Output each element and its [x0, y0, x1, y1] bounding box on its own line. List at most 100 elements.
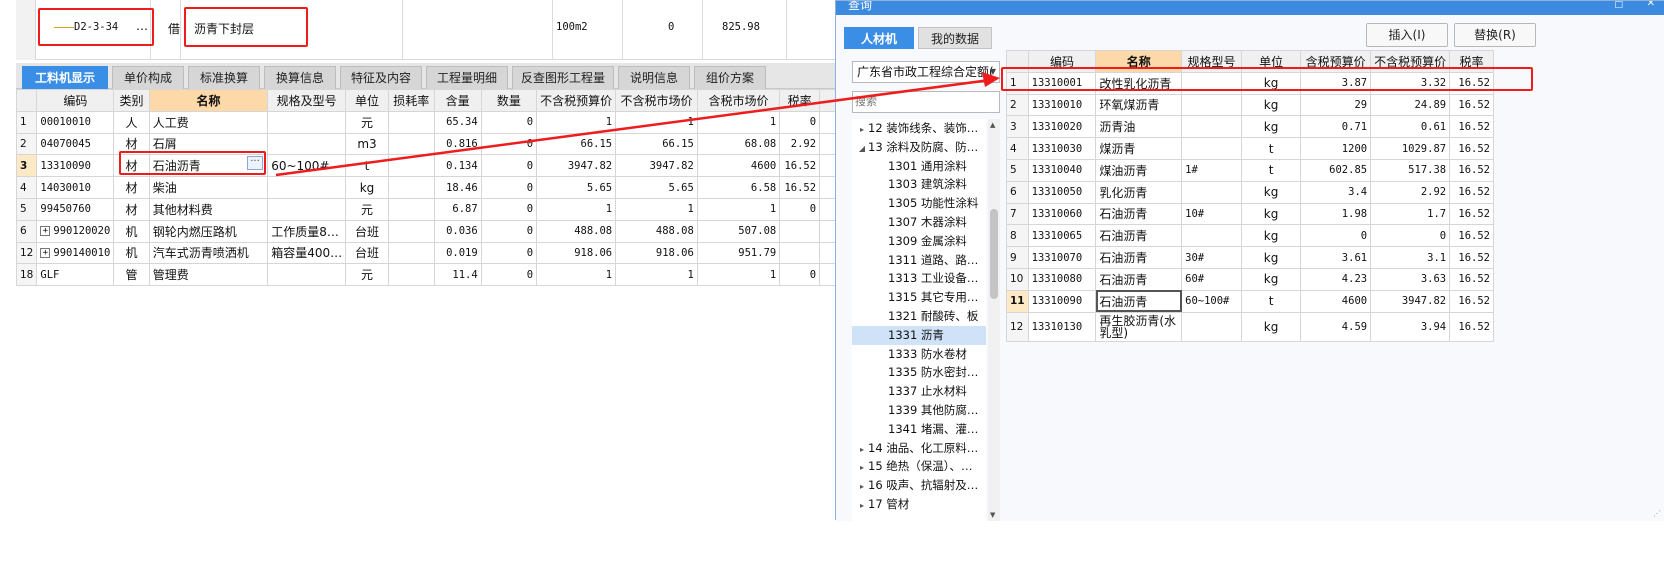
tree-node[interactable]: 1301 通用涂料	[852, 157, 986, 176]
resource-loss-rate[interactable]	[387, 154, 435, 178]
result-row[interactable]: 2 13310010 环氧煤沥青 kg 29 24.89 16.52	[1006, 93, 1494, 117]
resource-name[interactable]: 汽车式沥青喷洒机	[148, 241, 269, 265]
result-code[interactable]: 13310030	[1027, 137, 1097, 160]
result-price[interactable]: 0.61	[1370, 115, 1451, 139]
resource-budget-price[interactable]: 66.15	[536, 132, 617, 156]
resource-row[interactable]: 4 14030010 材柴油 kg 18.46 0 5.65 5.65 6.58 16.52	[15, 176, 886, 199]
resource-quantity[interactable]: 0	[480, 176, 538, 199]
tab-materials[interactable]: 人材机	[844, 27, 914, 49]
tree-node[interactable]: 1333 防水卷材	[852, 345, 986, 364]
result-code[interactable]: 13310060	[1027, 202, 1097, 226]
resource-unit[interactable]: kg	[345, 176, 389, 199]
result-unit[interactable]: kg	[1240, 246, 1302, 269]
result-spec[interactable]	[1181, 224, 1242, 248]
scroll-thumb[interactable]	[990, 209, 998, 299]
chevron-right-icon[interactable]: ▸	[856, 459, 868, 476]
resource-content[interactable]: 18.46	[433, 176, 482, 199]
resource-unit[interactable]: 台班	[345, 241, 389, 265]
result-tax-rate[interactable]: 16.52	[1449, 93, 1494, 117]
resource-row[interactable]: 5 99450760 材其他材料费元 6.87 0 1 1 1 0	[15, 197, 886, 221]
result-tax-rate[interactable]: 16.52	[1449, 289, 1494, 313]
result-tax-rate[interactable]: 16.52	[1449, 224, 1494, 248]
tree-node[interactable]: 1307 木器涂料	[852, 213, 986, 232]
resource-unit[interactable]: t	[345, 154, 389, 178]
result-name[interactable]: 沥青油	[1095, 115, 1183, 139]
header-category[interactable]: 类别	[113, 89, 150, 112]
result-unit[interactable]: kg	[1240, 267, 1302, 291]
result-price[interactable]: 0	[1370, 224, 1451, 248]
resource-unit[interactable]: 台班	[345, 219, 389, 243]
resource-category[interactable]: 管	[113, 263, 150, 287]
tab-labor-material-machine[interactable]: 工料机显示	[22, 66, 108, 89]
tree-node[interactable]: ▸ 15 绝热（保温）、…	[852, 457, 986, 476]
maximize-icon[interactable]: □	[1614, 1, 1623, 10]
result-name[interactable]: 煤沥青	[1095, 137, 1183, 160]
header-name[interactable]: 名称	[148, 89, 269, 112]
resource-tax-rate[interactable]: 2.92	[779, 132, 821, 156]
tab-reverse-graphic-quantity[interactable]: 反查图形工程量	[512, 66, 614, 89]
resource-tax-market-price[interactable]: 507.08	[696, 219, 781, 243]
resource-loss-rate[interactable]	[387, 263, 435, 287]
result-unit[interactable]: kg	[1240, 224, 1302, 248]
result-price[interactable]: 3.94	[1370, 311, 1451, 342]
resource-category[interactable]: 机	[113, 241, 150, 265]
result-price[interactable]: 3.63	[1370, 267, 1451, 291]
result-row[interactable]: 12 13310130 再生胶沥青(水乳型) kg 4.59 3.94 16.52	[1006, 311, 1494, 342]
resource-market-price[interactable]: 3947.82	[615, 154, 698, 178]
header-content[interactable]: 含量	[433, 89, 482, 112]
resource-name[interactable]: 人工费	[148, 110, 269, 134]
tab-description-info[interactable]: 说明信息	[618, 66, 690, 89]
resource-market-price[interactable]: 66.15	[615, 132, 698, 156]
resource-code[interactable]: +990140010	[36, 241, 115, 265]
resource-spec[interactable]: 60~100#	[267, 154, 347, 178]
result-code[interactable]: 13310020	[1027, 115, 1097, 139]
resource-tax-rate[interactable]: 16.52	[779, 154, 821, 178]
header-loss-rate[interactable]: 损耗率	[387, 89, 435, 112]
result-name[interactable]: 石油沥青	[1095, 202, 1183, 226]
resource-market-price[interactable]: 5.65	[615, 176, 698, 199]
result-tax-price[interactable]: 4600	[1300, 289, 1372, 313]
resource-name[interactable]: 其他材料费	[148, 197, 269, 221]
resource-spec[interactable]	[267, 176, 347, 199]
resource-quantity[interactable]: 0	[480, 219, 538, 243]
result-tax-rate[interactable]: 16.52	[1449, 158, 1494, 182]
result-row[interactable]: 9 13310070 石油沥青 30# kg 3.61 3.1 16.52	[1006, 246, 1494, 269]
resource-tax-rate[interactable]: 0	[779, 197, 821, 221]
result-tax-price[interactable]: 3.4	[1300, 180, 1372, 204]
resource-row[interactable]: 12 +990140010 机汽车式沥青喷洒机 箱容量400… 台班 0.019 0 918.…	[15, 241, 886, 265]
resource-code[interactable]: 04070045	[36, 132, 115, 156]
result-row[interactable]: 3 13310020 沥青油 kg 0.71 0.61 16.52	[1006, 115, 1494, 139]
header-budget-price[interactable]: 不含税预算价	[536, 89, 617, 112]
chevron-expanded-icon[interactable]: ◢	[856, 140, 868, 157]
resource-quantity[interactable]: 0	[480, 132, 538, 156]
resource-tax-market-price[interactable]: 68.08	[696, 132, 781, 156]
resource-code[interactable]: 14030010	[36, 176, 115, 199]
scroll-down-icon[interactable]: ▼	[990, 511, 995, 519]
resource-name[interactable]: 管理费	[148, 263, 269, 287]
resource-unit[interactable]: 元	[345, 110, 389, 134]
result-tax-price[interactable]: 0	[1300, 224, 1372, 248]
resource-row[interactable]: 6 +990120020 机钢轮内燃压路机 工作质量8… 台班 0.036 0 488.08 4…	[15, 219, 886, 243]
result-tax-price[interactable]: 3.61	[1300, 246, 1372, 269]
tree-node[interactable]: 1337 止水材料	[852, 382, 986, 401]
tree-node[interactable]: ◢ 13 涂料及防腐、防…	[852, 138, 986, 157]
result-price[interactable]: 1.7	[1370, 202, 1451, 226]
result-tax-price[interactable]: 602.85	[1300, 158, 1372, 182]
tree-node[interactable]: ▸ 12 装饰线条、装饰…	[852, 119, 986, 138]
tree-scrollbar[interactable]: ▲ ▼	[988, 119, 1000, 521]
result-spec[interactable]: 1#	[1181, 158, 1242, 182]
result-name[interactable]: 乳化沥青	[1095, 180, 1183, 204]
result-code[interactable]: 13310070	[1027, 246, 1097, 269]
result-code[interactable]: 13310090	[1027, 289, 1097, 313]
result-row[interactable]: 4 13310030 煤沥青 t 1200 1029.87 16.52	[1006, 137, 1494, 160]
result-spec[interactable]	[1181, 93, 1242, 117]
resource-content[interactable]: 6.87	[433, 197, 482, 221]
resource-unit[interactable]: 元	[345, 197, 389, 221]
tree-node[interactable]: 1303 建筑涂料	[852, 175, 986, 194]
result-code[interactable]: 13310050	[1027, 180, 1097, 204]
tree-node[interactable]: 1313 工业设备…	[852, 269, 986, 288]
resource-spec[interactable]	[267, 197, 347, 221]
result-spec[interactable]	[1181, 180, 1242, 204]
result-spec[interactable]: 30#	[1181, 246, 1242, 269]
result-code[interactable]: 13310010	[1027, 93, 1097, 117]
